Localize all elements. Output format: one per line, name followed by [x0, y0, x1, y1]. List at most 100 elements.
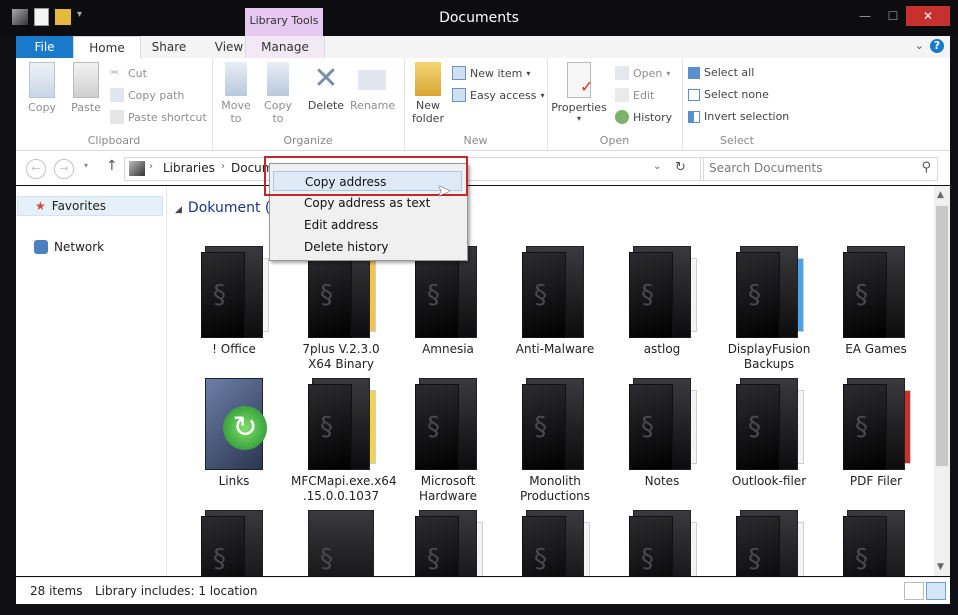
edit-button[interactable]: Edit — [615, 88, 654, 102]
search-icon[interactable]: ⚲ — [921, 160, 931, 175]
delete-button[interactable]: ✕ Delete — [306, 62, 346, 113]
links-icon: ↻ — [199, 376, 269, 470]
copy-to-button[interactable]: Copy to — [260, 62, 296, 125]
move-icon — [225, 62, 247, 96]
folder-item[interactable]: § — [719, 508, 819, 576]
copy-to-icon — [267, 62, 289, 96]
folder-icon: § — [627, 244, 697, 338]
folder-item[interactable]: § Monolith Productions — [505, 376, 605, 504]
folder-icon: § — [199, 244, 269, 338]
folder-icon: § — [734, 244, 804, 338]
folder-item[interactable]: § EA Games — [826, 244, 926, 357]
folder-item[interactable]: § 7plus V.2.3.0 X64 Binary — [291, 244, 391, 372]
library-locations[interactable]: Library includes: 1 location — [95, 584, 257, 598]
paste-icon — [73, 62, 99, 98]
folder-icon: § — [841, 508, 911, 576]
clipboard-group: Copy Paste ✂ Cut Copy path Paste shortcut… — [16, 58, 213, 150]
folder-icon: § — [841, 244, 911, 338]
open-button[interactable]: Open ▾ — [615, 66, 670, 80]
chevron-down-icon: ▾ — [540, 90, 545, 100]
folder-item[interactable]: § — [826, 508, 926, 576]
chevron-down-icon: ▾ — [576, 114, 581, 123]
navigation-pane: ★ Favorites Network — [16, 186, 167, 576]
history-button[interactable]: History — [615, 110, 672, 124]
folder-item[interactable]: § — [184, 508, 284, 576]
tab-share[interactable]: Share — [139, 36, 199, 58]
menu-item-delete-history[interactable]: Delete history — [273, 237, 462, 257]
folder-item[interactable]: § Outlook-filer — [719, 376, 819, 489]
folder-item[interactable]: § PDF Filer — [826, 376, 926, 489]
copy-icon — [29, 62, 55, 98]
shortcut-item[interactable]: ↻ Links — [184, 376, 284, 489]
new-group-label: New — [463, 134, 488, 147]
ribbon-tabs: File Home Share View Manage ⌄ ? — [16, 36, 950, 60]
scroll-up-icon[interactable]: ▲ — [937, 190, 944, 200]
help-icon[interactable]: ? — [930, 39, 944, 53]
invert-selection-button[interactable]: Invert selection — [688, 110, 789, 123]
tab-file[interactable]: File — [16, 36, 73, 58]
status-bar: 28 items Library includes: 1 location — [16, 577, 950, 604]
folder-item[interactable]: § astlog — [612, 244, 712, 357]
new-group: New folder New item ▾ Easy access ▾ New — [404, 58, 548, 150]
paste-shortcut-button[interactable]: Paste shortcut — [110, 110, 207, 124]
tab-home[interactable]: Home — [73, 36, 141, 60]
item-count: 28 items — [30, 584, 83, 598]
search-input[interactable]: Search Documents ⚲ — [700, 157, 938, 181]
cut-button[interactable]: ✂ Cut — [110, 66, 147, 80]
copy-button[interactable]: Copy — [24, 62, 60, 114]
scroll-down-icon[interactable]: ▼ — [937, 562, 944, 572]
folder-item[interactable]: § Microsoft Hardware — [398, 376, 498, 504]
library-heading[interactable]: ◢ Dokument (2 — [175, 200, 279, 216]
easy-access-icon — [452, 88, 466, 102]
folder-icon: § — [627, 508, 697, 576]
back-button[interactable]: ← — [26, 159, 46, 179]
large-icons-view-button[interactable] — [926, 582, 946, 600]
folder-item[interactable]: § — [612, 508, 712, 576]
properties-button[interactable]: ✓ Properties ▾ — [551, 62, 607, 123]
copy-path-button[interactable]: Copy path — [110, 88, 184, 102]
new-item-button[interactable]: New item ▾ — [452, 66, 530, 80]
select-all-button[interactable]: Select all — [688, 66, 754, 79]
minimize-button[interactable]: — — [852, 6, 878, 26]
mouse-cursor-icon: ➤ — [437, 181, 451, 200]
folder-icon — [415, 62, 441, 96]
move-to-button[interactable]: Move to — [218, 62, 254, 125]
organize-group: Move to Copy to ✕ Delete Rename Organize — [212, 58, 405, 150]
forward-button[interactable]: → — [54, 159, 74, 179]
new-folder-button[interactable]: New folder — [410, 62, 446, 125]
folder-item[interactable]: § — [291, 508, 391, 576]
select-none-button[interactable]: Select none — [688, 88, 769, 101]
maximize-button[interactable]: ☐ — [880, 6, 906, 26]
menu-item-copy-address-as-text[interactable]: Copy address as text — [273, 193, 462, 213]
clipboard-group-label: Clipboard — [87, 134, 141, 147]
chevron-down-icon[interactable]: ⌄ — [653, 161, 661, 172]
scroll-thumb[interactable] — [936, 206, 948, 466]
nav-network[interactable]: Network — [34, 240, 104, 254]
folder-item[interactable]: § MFCMapi.exe.x64 .15.0.0.1037 — [291, 376, 397, 504]
close-button[interactable]: ✕ — [906, 6, 950, 26]
refresh-icon[interactable]: ↻ — [675, 160, 686, 175]
tab-manage[interactable]: Manage — [245, 36, 325, 58]
folder-item[interactable]: § Notes — [612, 376, 712, 489]
ribbon-controls: ⌄ ? — [915, 39, 944, 53]
chevron-down-icon[interactable]: ⌄ — [915, 39, 924, 53]
nav-favorites[interactable]: ★ Favorites — [17, 196, 163, 216]
recent-locations-icon[interactable]: ▾ — [84, 161, 88, 170]
rename-button[interactable]: Rename — [350, 62, 395, 112]
vertical-scrollbar[interactable]: ▲ ▼ — [934, 186, 950, 576]
paste-button[interactable]: Paste — [68, 62, 104, 114]
menu-item-edit-address[interactable]: Edit address — [273, 215, 462, 235]
easy-access-button[interactable]: Easy access ▾ — [452, 88, 545, 102]
chevron-right-icon: › — [149, 161, 153, 172]
folder-item[interactable]: § Anti-Malware — [505, 244, 605, 357]
organize-group-label: Organize — [283, 134, 333, 147]
details-view-button[interactable] — [904, 582, 924, 600]
folder-item[interactable]: § DisplayFusion Backups — [719, 244, 819, 372]
breadcrumb-libraries[interactable]: Libraries — [163, 161, 215, 175]
folder-item[interactable]: § — [505, 508, 605, 576]
open-icon — [615, 66, 629, 80]
up-arrow-icon[interactable]: ↑ — [106, 158, 118, 174]
star-icon: ★ — [35, 199, 46, 213]
folder-item[interactable]: § — [398, 508, 498, 576]
new-item-icon — [452, 66, 466, 80]
